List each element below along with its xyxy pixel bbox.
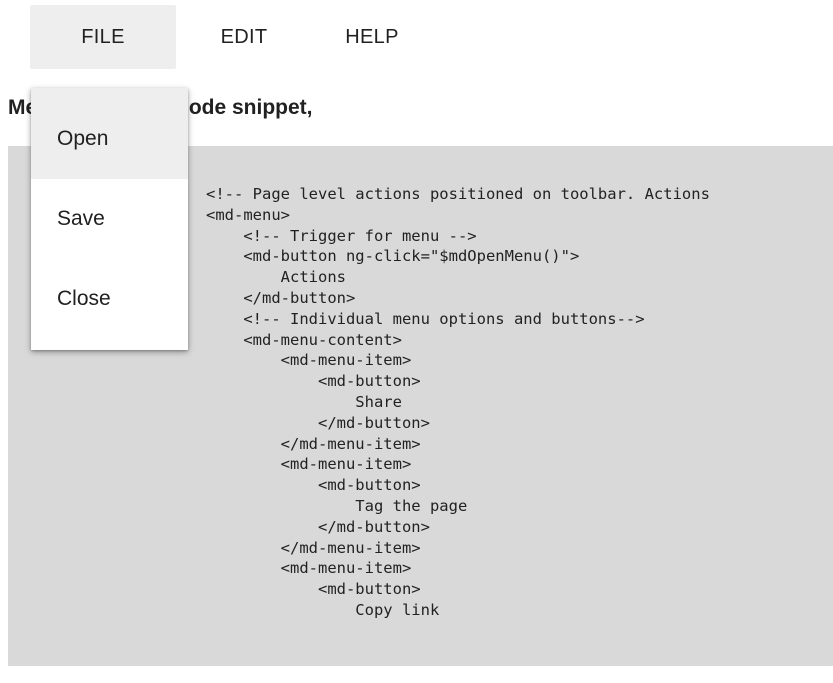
menu-edit[interactable]: EDIT: [176, 5, 312, 69]
page: FILE EDIT HELP Menu in toolbar- code sni…: [0, 0, 833, 683]
dropdown-item-open[interactable]: Open: [31, 88, 188, 179]
code-snippet: <!-- Page level actions positioned on to…: [206, 185, 710, 619]
dropdown-item-close[interactable]: Close: [31, 259, 188, 339]
dropdown-item-save[interactable]: Save: [31, 179, 188, 259]
menu-file[interactable]: FILE: [30, 5, 176, 69]
menu-help[interactable]: HELP: [312, 5, 432, 69]
file-dropdown-menu: Open Save Close: [31, 88, 188, 350]
menubar: FILE EDIT HELP: [30, 5, 432, 69]
